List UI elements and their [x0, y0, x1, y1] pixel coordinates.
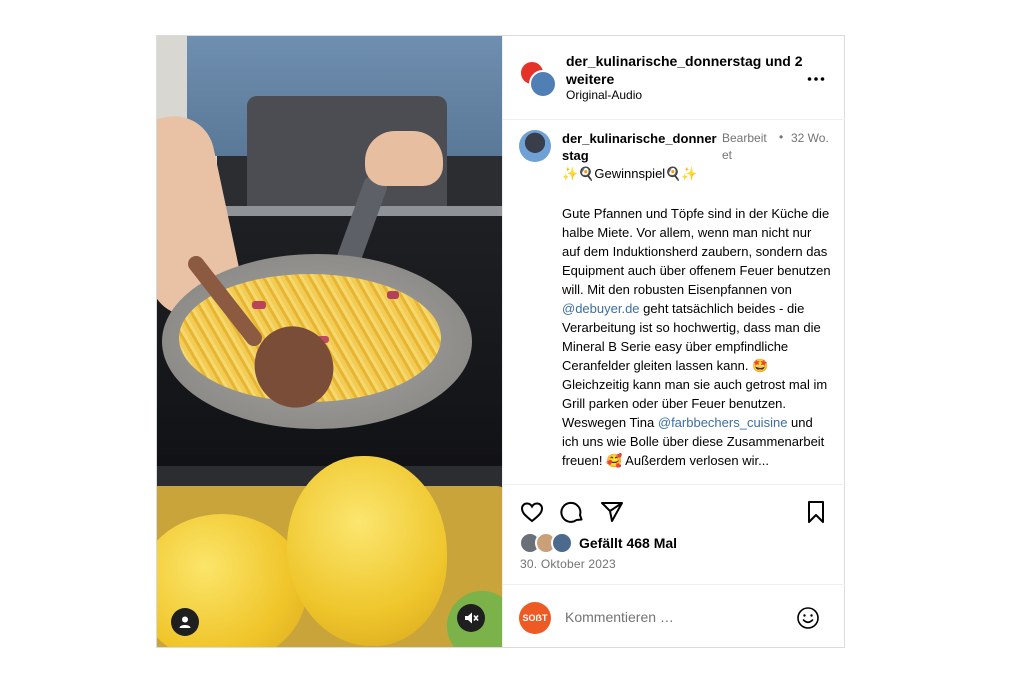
caption-text: Gute Pfannen und Töpfe sind in der Küche…: [562, 204, 832, 470]
separator-dot: •: [779, 130, 784, 144]
media-bacon: [252, 301, 266, 309]
collab-avatars[interactable]: [519, 60, 557, 98]
current-user-avatar: SOẞT: [519, 602, 551, 634]
post-age[interactable]: 32 Wo.: [791, 130, 831, 147]
likes-summary[interactable]: Gefällt 468 Mal: [519, 532, 677, 554]
save-button[interactable]: [803, 499, 829, 525]
audio-label[interactable]: Original-Audio: [566, 88, 642, 102]
emoji-button[interactable]: [795, 605, 821, 631]
likes-count[interactable]: Gefällt 468 Mal: [579, 535, 677, 551]
user-icon: [179, 616, 191, 628]
share-button[interactable]: [599, 499, 625, 525]
paper-plane-icon: [601, 502, 623, 522]
caption-headline: ✨🍳Gewinnspiel🍳✨: [562, 166, 698, 181]
caption-text-part: Gute Pfannen und Töpfe sind in der Küche…: [562, 206, 831, 297]
comment-button[interactable]: [559, 499, 585, 525]
heart-icon: [520, 502, 544, 523]
comment-bar: SOẞT Kommentieren …: [503, 584, 845, 647]
avatar[interactable]: [519, 130, 551, 162]
caption: der_kulinarische_donnerstag Bearbeitet •…: [503, 120, 845, 484]
comment-icon: [560, 501, 583, 523]
author-username[interactable]: der_kulinarische_donnerstag: [566, 53, 761, 69]
bookmark-icon: [808, 501, 824, 523]
mention-link[interactable]: @farbbechers_cuisine: [658, 415, 788, 430]
mute-button[interactable]: [457, 604, 485, 632]
post-card: der_kulinarische_donnerstag und 2 weiter…: [156, 35, 845, 648]
caption-username[interactable]: der_kulinarische_donnerstag: [562, 130, 720, 164]
post-header: der_kulinarische_donnerstag und 2 weiter…: [503, 36, 845, 120]
post-date: 30. Oktober 2023: [520, 557, 616, 571]
edited-label: Bearbeitet: [722, 131, 767, 162]
mention-link[interactable]: @debuyer.de: [562, 301, 640, 316]
more-options-button[interactable]: [807, 66, 825, 87]
more-horizontal-icon: [807, 77, 825, 81]
caption-text-part: geht tatsächlich beides - die Verarbeitu…: [562, 301, 828, 430]
smiley-icon: [797, 607, 819, 629]
post-actions: Gefällt 468 Mal 30. Oktober 2023: [503, 484, 845, 584]
post-panel: der_kulinarische_donnerstag und 2 weiter…: [502, 36, 845, 647]
media-bacon: [387, 291, 399, 299]
post-media[interactable]: [157, 36, 502, 647]
avatar: [551, 532, 573, 554]
media-right-hand: [365, 131, 443, 186]
speaker-muted-icon: [465, 612, 479, 624]
post-authors: der_kulinarische_donnerstag und 2 weiter…: [566, 52, 806, 88]
tagged-users-button[interactable]: [171, 608, 199, 636]
like-button[interactable]: [519, 499, 545, 525]
comment-input[interactable]: Kommentieren …: [565, 609, 674, 625]
avatar: [529, 70, 557, 98]
